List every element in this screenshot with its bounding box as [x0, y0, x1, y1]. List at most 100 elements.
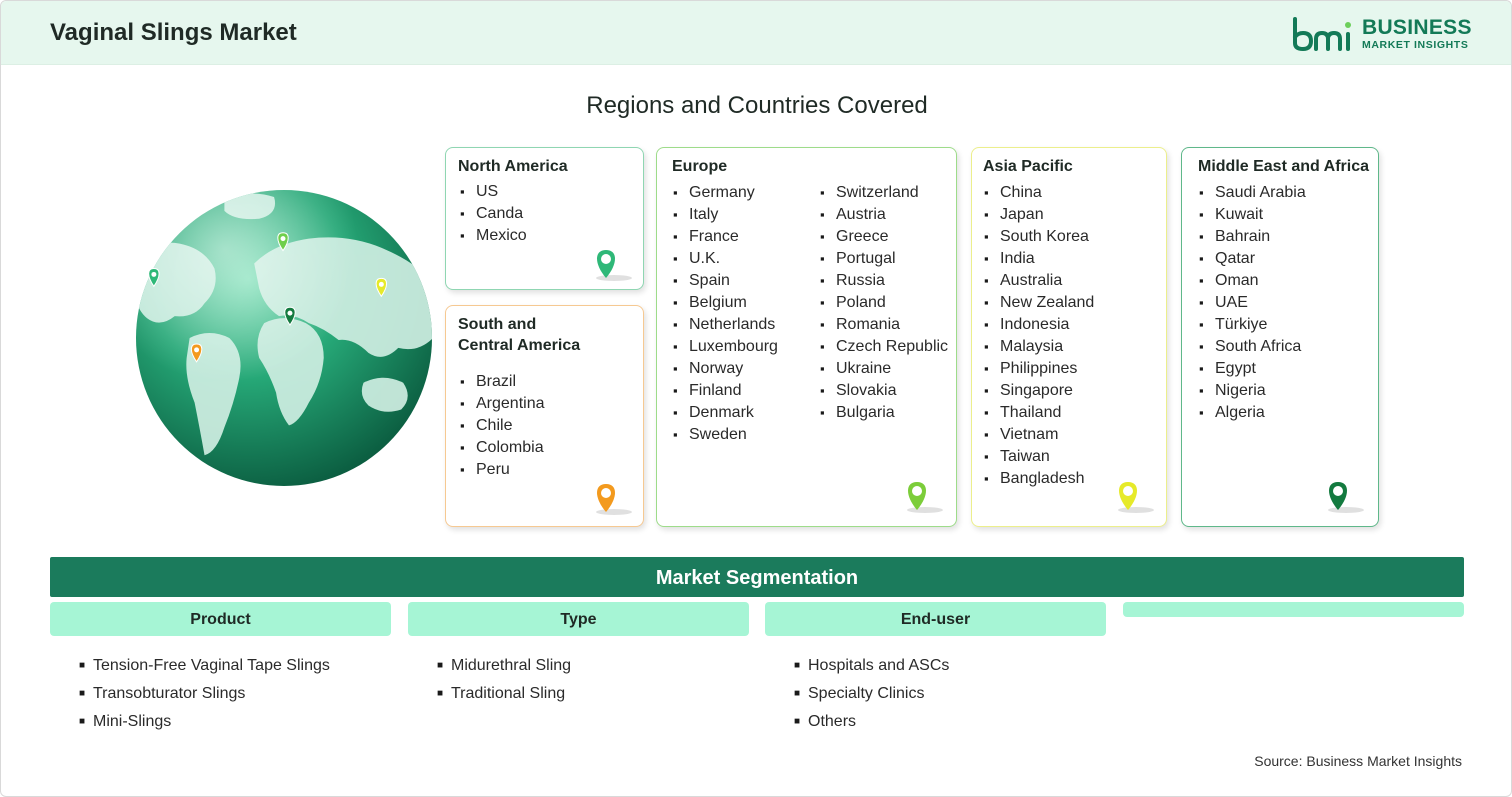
country-item: Canda: [460, 203, 527, 225]
country-item: Türkiye: [1199, 314, 1306, 336]
map-pin-icon: [1328, 482, 1364, 513]
country-item: Australia: [984, 270, 1094, 292]
country-item: US: [460, 181, 527, 203]
country-item: Ukraine: [820, 358, 948, 380]
globe-icon: [135, 189, 433, 487]
country-item: Finland: [673, 380, 778, 402]
segment-item: Traditional Sling: [437, 680, 571, 708]
segment-item: Others: [794, 708, 949, 736]
segment-list-product: Tension-Free Vaginal Tape Slings Transob…: [79, 652, 330, 736]
country-item: Argentina: [460, 393, 545, 415]
country-item: Nigeria: [1199, 380, 1306, 402]
segmentation-title-bar: Market Segmentation: [50, 557, 1464, 597]
country-item: Peru: [460, 459, 545, 481]
bmi-logo-icon: [1293, 17, 1351, 51]
country-item: Philippines: [984, 358, 1094, 380]
country-item: China: [984, 182, 1094, 204]
map-pin-icon: [907, 482, 943, 513]
country-item: UAE: [1199, 292, 1306, 314]
region-card-middle-east-africa: Middle East and Africa Saudi Arabia Kuwa…: [1181, 147, 1379, 527]
country-item: Oman: [1199, 270, 1306, 292]
country-item: Malaysia: [984, 336, 1094, 358]
country-item: Qatar: [1199, 248, 1306, 270]
country-list-col-1: Germany Italy France U.K. Spain Belgium …: [673, 182, 778, 446]
region-title-line: South and: [458, 316, 537, 333]
country-item: Switzerland: [820, 182, 948, 204]
region-title: Middle East and Africa: [1198, 158, 1369, 175]
segment-list-end-user: Hospitals and ASCs Specialty Clinics Oth…: [794, 652, 949, 736]
segment-list-type: Midurethral Sling Traditional Sling: [437, 652, 571, 708]
country-item: India: [984, 248, 1094, 270]
segment-heading-product: Product: [50, 602, 391, 636]
country-item: Chile: [460, 415, 545, 437]
country-item: Bahrain: [1199, 226, 1306, 248]
country-item: Denmark: [673, 402, 778, 424]
country-item: Thailand: [984, 402, 1094, 424]
logo-subtitle: MARKET INSIGHTS: [1362, 39, 1469, 51]
segment-item: Mini-Slings: [79, 708, 330, 736]
country-item: Netherlands: [673, 314, 778, 336]
country-list: Brazil Argentina Chile Colombia Peru: [460, 371, 545, 481]
segment-item: Transobturator Slings: [79, 680, 330, 708]
country-list-col-2: Switzerland Austria Greece Portugal Russ…: [820, 182, 948, 424]
country-item: Kuwait: [1199, 204, 1306, 226]
country-item: Sweden: [673, 424, 778, 446]
segment-item: Midurethral Sling: [437, 652, 571, 680]
brand-logo: BUSINESS MARKET INSIGHTS: [1291, 15, 1471, 55]
region-card-asia-pacific: Asia Pacific China Japan South Korea Ind…: [971, 147, 1167, 527]
country-item: Indonesia: [984, 314, 1094, 336]
country-item: U.K.: [673, 248, 778, 270]
country-item: Saudi Arabia: [1199, 182, 1306, 204]
source-note: Source: Business Market Insights: [1254, 753, 1462, 769]
country-item: South Africa: [1199, 336, 1306, 358]
segment-heading-end-user: End-user: [765, 602, 1106, 636]
map-pin-icon: [596, 484, 632, 515]
country-item: Russia: [820, 270, 948, 292]
header: Vaginal Slings Market BUSINESS MARKET IN…: [1, 1, 1511, 65]
country-item: Romania: [820, 314, 948, 336]
map-pin-icon: [596, 250, 632, 281]
country-item: Japan: [984, 204, 1094, 226]
infographic-frame: Vaginal Slings Market BUSINESS MARKET IN…: [0, 0, 1512, 797]
country-item: Taiwan: [984, 446, 1094, 468]
country-item: Poland: [820, 292, 948, 314]
page-title: Vaginal Slings Market: [50, 19, 297, 46]
country-item: Bulgaria: [820, 402, 948, 424]
region-card-europe: Europe Germany Italy France U.K. Spain B…: [656, 147, 957, 527]
country-item: Greece: [820, 226, 948, 248]
map-pin-icon: [1118, 482, 1154, 513]
country-item: Mexico: [460, 225, 527, 247]
country-item: Bangladesh: [984, 468, 1094, 490]
country-item: Austria: [820, 204, 948, 226]
country-item: Portugal: [820, 248, 948, 270]
country-item: Egypt: [1199, 358, 1306, 380]
country-item: Belgium: [673, 292, 778, 314]
region-title: Europe: [672, 158, 728, 175]
country-item: Italy: [673, 204, 778, 226]
segment-item: Tension-Free Vaginal Tape Slings: [79, 652, 330, 680]
region-card-north-america: North America US Canda Mexico: [445, 147, 644, 290]
segment-heading-empty: [1123, 602, 1464, 617]
regions-title: Regions and Countries Covered: [586, 92, 928, 119]
country-item: Germany: [673, 182, 778, 204]
country-item: Brazil: [460, 371, 545, 393]
country-item: Luxembourg: [673, 336, 778, 358]
logo-wordmark: BUSINESS: [1362, 16, 1472, 39]
region-title: South and Central America: [458, 314, 580, 356]
country-item: Colombia: [460, 437, 545, 459]
country-item: Norway: [673, 358, 778, 380]
country-item: Czech Republic: [820, 336, 948, 358]
region-title: Asia Pacific: [983, 158, 1073, 175]
country-item: Vietnam: [984, 424, 1094, 446]
segment-heading-type: Type: [408, 602, 749, 636]
country-item: New Zealand: [984, 292, 1094, 314]
country-list: China Japan South Korea India Australia …: [984, 182, 1094, 490]
segment-item: Hospitals and ASCs: [794, 652, 949, 680]
country-item: Algeria: [1199, 402, 1306, 424]
country-item: Slovakia: [820, 380, 948, 402]
country-item: South Korea: [984, 226, 1094, 248]
region-title: North America: [458, 158, 568, 175]
country-item: Spain: [673, 270, 778, 292]
country-list: Saudi Arabia Kuwait Bahrain Qatar Oman U…: [1199, 182, 1306, 424]
region-title-line: Central America: [458, 337, 581, 354]
